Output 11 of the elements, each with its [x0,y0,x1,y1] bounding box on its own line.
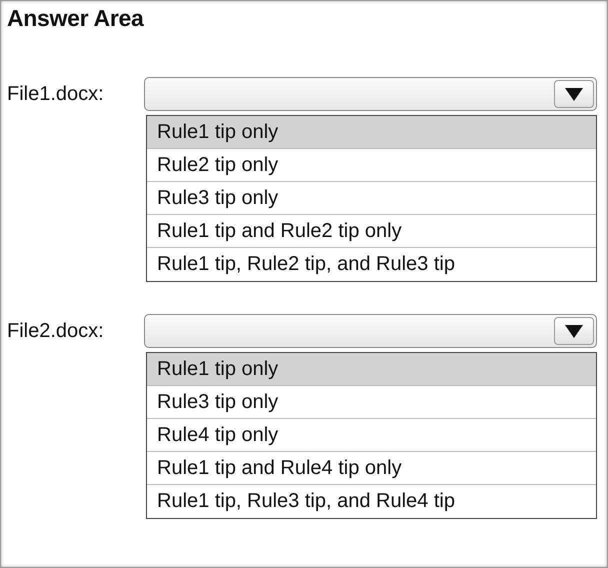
dropdown-field[interactable] [144,314,597,348]
file-label: File1.docx: [7,82,105,106]
triangle-down-icon [565,88,583,100]
dropdown-arrow-button[interactable] [554,317,594,345]
file-label: File2.docx: [7,320,105,342]
dropdown-option[interactable]: Rule1 tip only [147,116,596,149]
dropdown-option[interactable]: Rule1 tip only [147,353,596,386]
answer-area-title: Answer Area [7,5,145,33]
triangle-down-icon [565,324,583,338]
dropdown-field[interactable] [144,77,597,111]
dropdown-arrow-button[interactable] [554,80,594,108]
